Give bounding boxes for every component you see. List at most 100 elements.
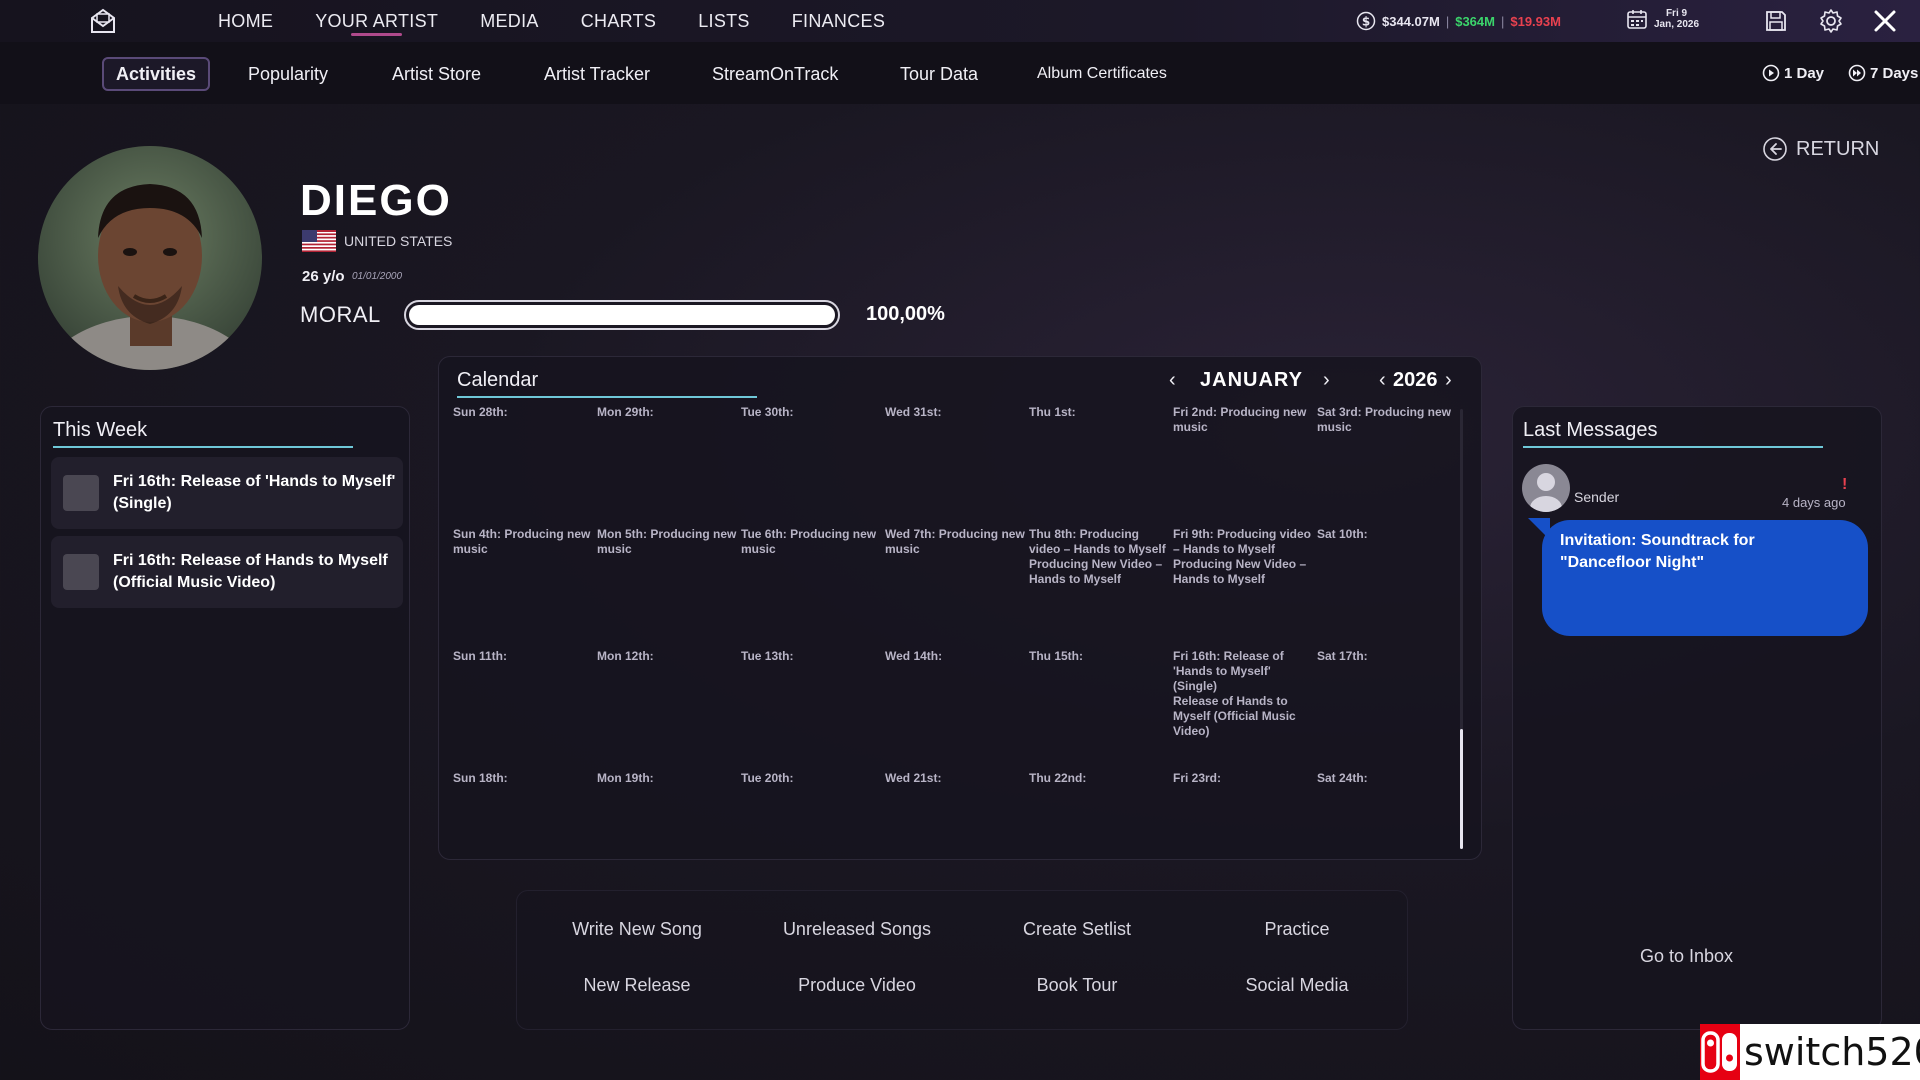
calendar-year: 2026 [1393,369,1438,391]
nav-your-artist[interactable]: YOUR ARTIST [315,0,438,42]
calendar-day-text: Tue 13th: [741,649,794,663]
tab-tour-data[interactable]: Tour Data [900,57,978,91]
week-event-item[interactable]: Fri 16th: Release of 'Hands to Myself' (… [51,457,403,529]
speed-7-days-button[interactable]: 7 Days [1848,64,1918,82]
calendar-month: JANUARY [1200,369,1303,391]
calendar-day-cell[interactable]: Wed 14th: [885,649,1029,771]
calendar-day-cell[interactable]: Tue 6th: Producing new music [741,527,885,649]
income-value: $364M [1455,13,1495,29]
calendar-day-text: Thu 8th: Producing video – Hands to Myse… [1029,527,1166,556]
calendar-day-text: Mon 29th: [597,405,654,419]
calendar-day-cell[interactable]: Sun 18th: [453,771,597,893]
fast-forward-icon [1848,64,1866,82]
nav-home[interactable]: HOME [218,0,273,42]
calendar-day-cell[interactable]: Wed 21st: [885,771,1029,893]
write-new-song-button[interactable]: Write New Song [537,919,737,940]
dollar-icon: $ [1356,11,1376,31]
tab-streamontrack[interactable]: StreamOnTrack [712,57,838,91]
expenses-value: $19.93M [1510,13,1561,29]
week-event-item[interactable]: Fri 16th: Release of Hands to Myself (Of… [51,536,403,608]
prev-year-icon[interactable]: ‹ [1379,369,1386,392]
date-text: Fri 9 Jan, 2026 [1654,8,1699,30]
calendar-day-text: Sat 3rd: Producing new music [1317,405,1452,434]
calendar-scrollbar[interactable] [1460,409,1463,849]
tab-album-certificates[interactable]: Album Certificates [1037,57,1167,91]
nav-finances[interactable]: FINANCES [792,0,885,42]
calendar-day-cell[interactable]: Tue 20th: [741,771,885,893]
mail-icon[interactable] [88,6,118,36]
tab-artist-store[interactable]: Artist Store [392,57,481,91]
next-month-icon[interactable]: › [1323,369,1330,392]
calendar-day-text: Thu 1st: [1029,405,1076,419]
tab-activities[interactable]: Activities [102,57,211,91]
calendar-day-cell[interactable]: Tue 13th: [741,649,885,771]
calendar-day-cell[interactable]: Fri 16th: Release of 'Hands to Myself' (… [1173,649,1317,771]
calendar-day-cell[interactable]: Fri 9th: Producing video – Hands to Myse… [1173,527,1317,649]
practice-button[interactable]: Practice [1197,919,1397,940]
separator: | [1445,13,1450,29]
go-to-inbox-button[interactable]: Go to Inbox [1640,946,1733,967]
close-icon[interactable] [1872,8,1898,34]
calendar-day-cell[interactable]: Sat 3rd: Producing new music [1317,405,1461,527]
calendar-day-cell[interactable]: Thu 1st: [1029,405,1173,527]
calendar-scroll-thumb[interactable] [1460,729,1463,849]
moral-bar-fill [409,305,835,325]
message-sender: Sender [1574,489,1620,505]
calendar-day-cell[interactable]: Sat 10th: [1317,527,1461,649]
unreleased-songs-button[interactable]: Unreleased Songs [757,919,957,940]
produce-video-button[interactable]: Produce Video [757,975,957,996]
calendar-day-text: Wed 21st: [885,771,942,785]
calendar-day-cell[interactable]: Sun 28th: [453,405,597,527]
nav-charts[interactable]: CHARTS [581,0,656,42]
main-nav: HOME YOUR ARTIST MEDIA CHARTS LISTS FINA… [218,0,927,42]
message-bubble[interactable]: Invitation: Soundtrack for "Dancefloor N… [1542,520,1868,636]
calendar-day-cell[interactable]: Thu 22nd: [1029,771,1173,893]
switch-logo-icon [1700,1024,1740,1080]
book-tour-button[interactable]: Book Tour [977,975,1177,996]
calendar-day-cell[interactable]: Fri 2nd: Producing new music [1173,405,1317,527]
watermark: switch520 [1700,1024,1920,1080]
calendar-day-cell[interactable]: Mon 12th: [597,649,741,771]
calendar-day-cell[interactable]: Fri 23rd: [1173,771,1317,893]
calendar-day-cell[interactable]: Thu 15th: [1029,649,1173,771]
calendar-day-text: Sat 10th: [1317,527,1368,541]
calendar-day-text: Sun 28th: [453,405,508,419]
calendar-day-cell[interactable]: Thu 8th: Producing video – Hands to Myse… [1029,527,1173,649]
gear-icon[interactable] [1818,8,1844,34]
nav-lists[interactable]: LISTS [698,0,750,42]
calendar-day-cell[interactable]: Sun 11th: [453,649,597,771]
calendar-day-cell[interactable]: Sat 24th: [1317,771,1461,893]
calendar-day-cell[interactable]: Mon 5th: Producing new music [597,527,741,649]
event-checkbox[interactable] [63,554,99,590]
money-summary: $ $344.07M | $364M | $19.93M [1356,10,1561,32]
calendar-day-cell[interactable]: Sun 4th: Producing new music [453,527,597,649]
sub-nav: Activities Popularity Artist Store Artis… [0,42,1920,104]
actions-panel: Write New Song Unreleased Songs Create S… [516,890,1408,1030]
return-button[interactable]: RETURN [1762,136,1879,162]
calendar-day-cell[interactable]: Wed 31st: [885,405,1029,527]
tab-popularity[interactable]: Popularity [248,57,328,91]
nav-media[interactable]: MEDIA [480,0,539,42]
speed-1-day-button[interactable]: 1 Day [1762,64,1824,82]
event-checkbox[interactable] [63,475,99,511]
calendar-day-cell[interactable]: Mon 19th: [597,771,741,893]
calendar-day-cell[interactable]: Wed 7th: Producing new music [885,527,1029,649]
new-release-button[interactable]: New Release [537,975,737,996]
calendar-day-text: Release of Hands to Myself (Official Mus… [1173,694,1296,738]
prev-month-icon[interactable]: ‹ [1169,369,1176,392]
speed-7-days-label: 7 Days [1870,64,1919,82]
tab-artist-tracker[interactable]: Artist Tracker [544,57,650,91]
calendar-day-text: Fri 9th: Producing video – Hands to Myse… [1173,527,1312,556]
calendar-day-cell[interactable]: Mon 29th: [597,405,741,527]
calendar-day-text: Fri 2nd: Producing new music [1173,405,1307,434]
watermark-text: switch520 [1744,1030,1920,1074]
calendar-day-cell[interactable]: Sat 17th: [1317,649,1461,771]
create-setlist-button[interactable]: Create Setlist [977,919,1177,940]
sender-avatar-icon [1522,464,1570,512]
next-year-icon[interactable]: › [1445,369,1452,392]
this-week-title: This Week [53,419,353,448]
social-media-button[interactable]: Social Media [1197,975,1397,996]
calendar-day-cell[interactable]: Tue 30th: [741,405,885,527]
save-icon[interactable] [1764,9,1788,33]
back-arrow-icon [1763,137,1787,161]
